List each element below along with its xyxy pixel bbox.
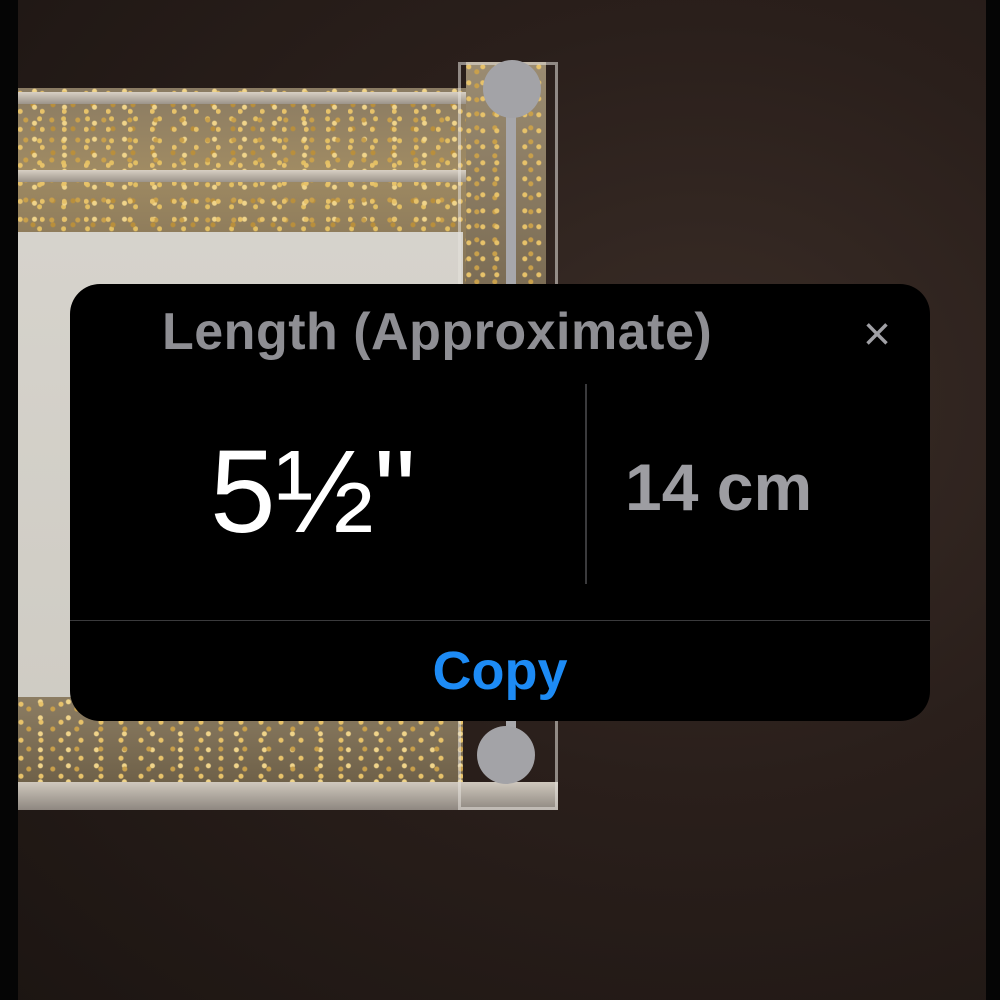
measurement-handle-top[interactable] bbox=[483, 60, 541, 118]
frame-strip bbox=[18, 170, 473, 182]
frame-strip bbox=[18, 92, 473, 104]
measurement-handle-bottom[interactable] bbox=[477, 726, 535, 784]
secondary-measurement-value: 14 cm bbox=[625, 450, 813, 524]
card-title: Length (Approximate) bbox=[162, 303, 713, 361]
measure-ar-view: Length (Approximate) × 5½" 14 cm Copy bbox=[0, 0, 1000, 1000]
value-divider bbox=[585, 384, 587, 584]
left-edge bbox=[0, 0, 18, 1000]
primary-measurement-value: 5½" bbox=[210, 426, 416, 558]
close-icon[interactable]: × bbox=[852, 310, 902, 360]
measurement-card: Length (Approximate) × 5½" 14 cm Copy bbox=[70, 284, 930, 721]
right-edge bbox=[986, 0, 1000, 1000]
copy-button[interactable]: Copy bbox=[70, 621, 930, 721]
